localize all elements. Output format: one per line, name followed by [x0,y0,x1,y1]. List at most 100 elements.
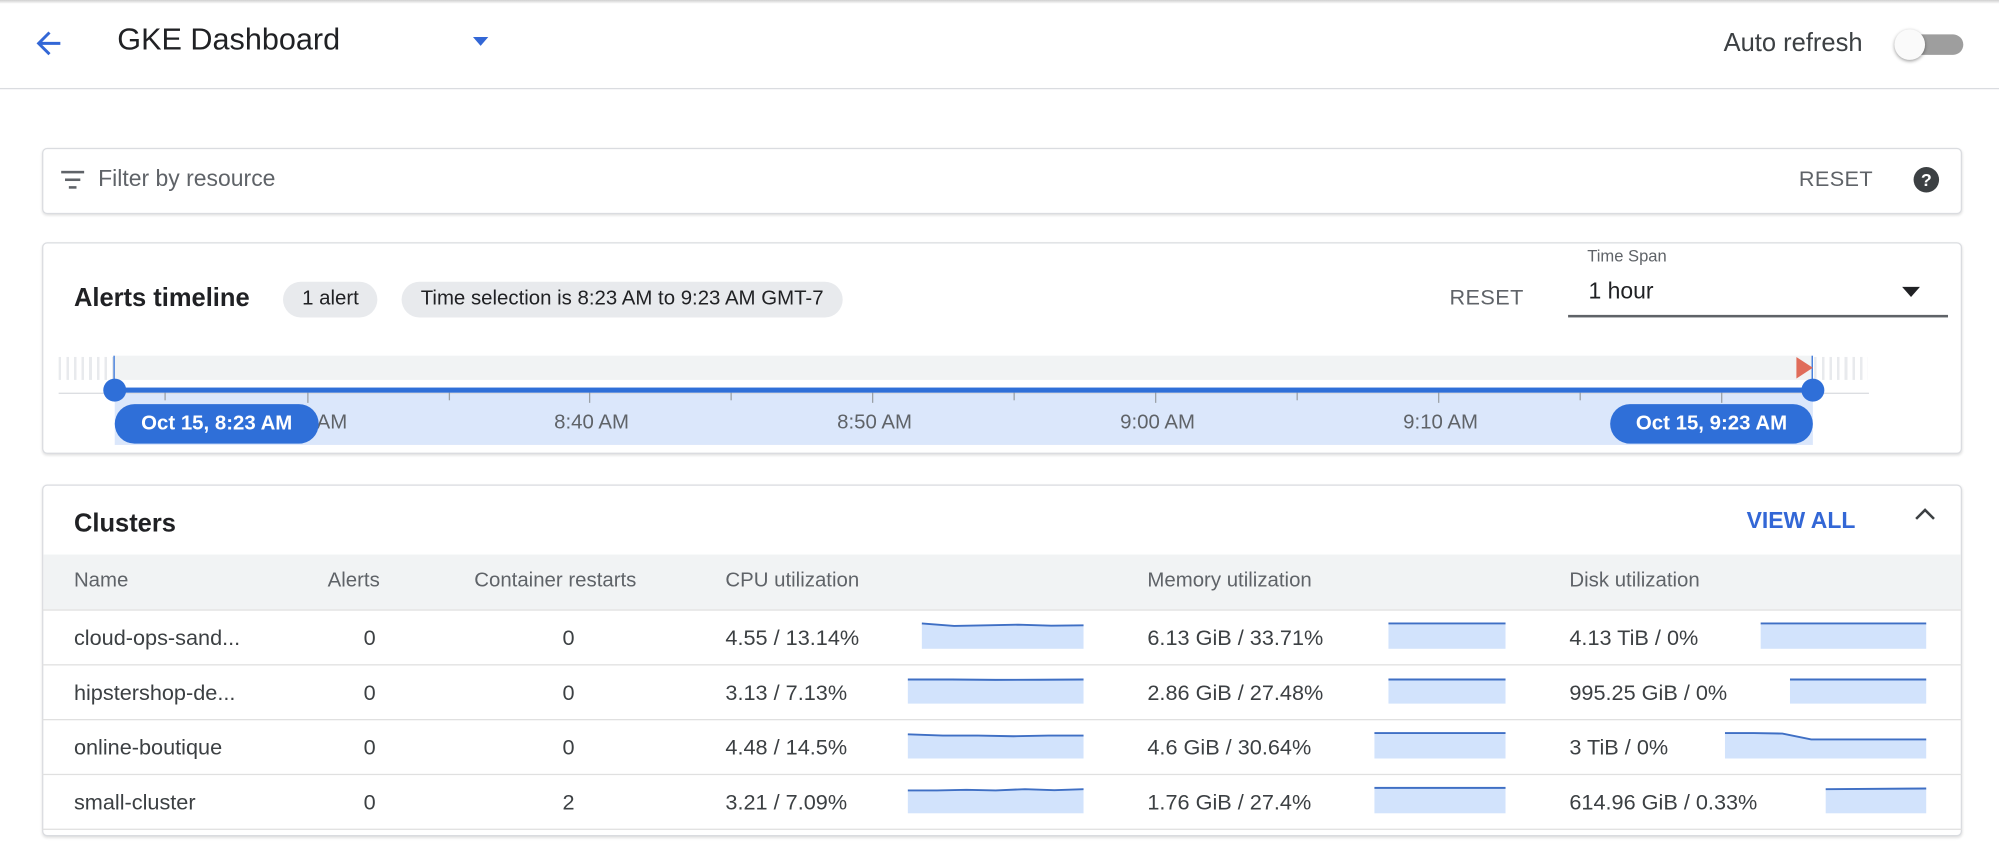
auto-refresh-toggle[interactable] [1894,25,1965,61]
restarts-cell: 2 [562,790,575,815]
sparkline-area [907,679,1084,704]
time-span-label: Time Span [1587,246,1667,266]
chevron-up-icon [1915,508,1935,520]
disk-cell: 4.13 TiB / 0% [1569,625,1699,651]
collapse-button[interactable] [1912,504,1937,531]
sparkline-area [1374,733,1506,759]
end-drag-handle[interactable] [1801,378,1825,402]
sparkline-area [1789,679,1927,704]
sparkline-area [1374,787,1506,814]
timeline-tick [1155,392,1157,403]
timeline-tick [730,392,732,401]
dashboard-dropdown[interactable] [469,33,492,51]
cluster-name-link[interactable]: cloud-ops-sand... [74,626,240,651]
sparkline-area [1388,679,1506,704]
end-time-pill[interactable]: Oct 15, 9:23 AM [1610,404,1813,444]
col-container-restarts[interactable]: Container restarts [474,570,636,593]
cluster-name-link[interactable]: small-cluster [74,790,196,815]
timeline-axis-label: 8:40 AM [554,411,629,434]
timeline-tick [872,392,874,403]
table-bottom-border [42,828,1963,830]
timeline-left-hatch [58,356,115,380]
alert-count-chip: 1 alert [283,281,378,318]
memory-sparkline [1374,732,1506,759]
alerts-cell: 0 [363,735,376,760]
restarts-cell: 0 [562,625,575,651]
table-row[interactable]: small-cluster 0 2 3.21 / 7.09% 1.76 GiB / 27… [42,773,1963,829]
start-drag-handle[interactable] [103,378,127,402]
cluster-name-link[interactable]: hipstershop-de... [74,681,235,706]
svg-text:?: ? [1921,170,1932,190]
alerts-cell: 0 [363,680,376,706]
restarts-cell: 0 [562,735,575,760]
sparkline-area [1760,623,1927,649]
memory-sparkline [1374,786,1506,814]
sparkline-area [907,789,1084,814]
cpu-cell: 4.55 / 13.14% [725,625,860,651]
col-memory-utilization[interactable]: Memory utilization [1147,570,1311,593]
disk-cell: 995.25 GiB / 0% [1569,680,1728,706]
disk-sparkline [1724,732,1927,759]
sparkline-line [907,733,1084,738]
table-row[interactable]: cloud-ops-sand... 0 0 4.55 / 13.14% 6.13 GiB… [42,609,1963,664]
timeline-track [114,355,1813,380]
caret-down-icon [472,36,489,46]
top-shadow [0,0,1999,4]
help-icon[interactable]: ? [1912,166,1940,200]
timeline-tick [307,392,309,403]
memory-cell: 4.6 GiB / 30.64% [1147,735,1312,760]
timeline-axis [58,392,1869,394]
sparkline-line [921,622,1084,627]
filter-input[interactable]: Filter by resource [98,166,1755,193]
memory-sparkline [1388,678,1506,704]
sparkline-area [921,623,1084,649]
memory-cell: 2.86 GiB / 27.48% [1147,680,1324,706]
col-alerts[interactable]: Alerts [328,570,380,593]
table-row[interactable]: hipstershop-de... 0 0 3.13 / 7.13% 2.86 GiB … [42,664,1963,719]
filter-reset-button[interactable]: RESET [1799,167,1873,192]
timeline-reset-button[interactable]: RESET [1450,286,1524,311]
col-cpu-utilization[interactable]: CPU utilization [725,570,859,593]
sparkline-area [1724,733,1927,759]
filter-icon [60,168,85,197]
disk-sparkline [1825,787,1927,814]
table-row[interactable]: online-boutique 0 0 4.48 / 14.5% 4.6 GiB / 3… [42,719,1963,774]
cpu-sparkline [907,678,1084,704]
caret-down-icon [1902,286,1920,298]
memory-cell: 1.76 GiB / 27.4% [1147,790,1312,815]
cpu-cell: 3.21 / 7.09% [725,790,848,815]
timeline-right-hatch [1814,356,1868,380]
memory-sparkline [1388,622,1506,649]
back-button[interactable] [31,25,67,61]
cpu-cell: 4.48 / 14.5% [725,735,848,760]
disk-cell: 3 TiB / 0% [1569,735,1669,760]
cluster-name-link[interactable]: online-boutique [74,736,222,761]
timeline-selection-area[interactable] [114,392,1813,445]
clusters-title: Clusters [73,509,176,538]
restarts-cell: 0 [562,680,575,706]
disk-cell: 614.96 GiB / 0.33% [1569,790,1758,815]
sparkline-line [907,788,1084,792]
sparkline-area [907,734,1084,759]
memory-cell: 6.13 GiB / 33.71% [1147,625,1324,651]
time-span-select[interactable]: 1 hour [1568,270,1949,318]
view-all-link[interactable]: VIEW ALL [1747,507,1856,534]
cpu-sparkline [907,733,1084,759]
time-span-value: 1 hour [1588,277,1654,304]
alerts-timeline-title: Alerts timeline [73,284,250,313]
alerts-cell: 0 [363,625,376,651]
sparkline-line [1825,787,1927,791]
dashboard-title: GKE Dashboard [117,22,341,58]
col-name[interactable]: Name [74,570,128,593]
timeline-tick [164,392,166,401]
timeline-tick [1296,392,1298,401]
time-selection-chip: Time selection is 8:23 AM to 9:23 AM GMT… [401,281,843,318]
timeline-tick [448,392,451,401]
timeline-axis-label: 9:00 AM [1120,411,1196,434]
disk-sparkline [1760,622,1927,649]
start-time-pill[interactable]: Oct 15, 8:23 AM [114,404,319,444]
sparkline-area [1825,788,1927,814]
col-disk-utilization[interactable]: Disk utilization [1569,570,1699,593]
cpu-sparkline [921,622,1084,649]
timeline-axis-label: 9:10 AM [1403,411,1479,434]
